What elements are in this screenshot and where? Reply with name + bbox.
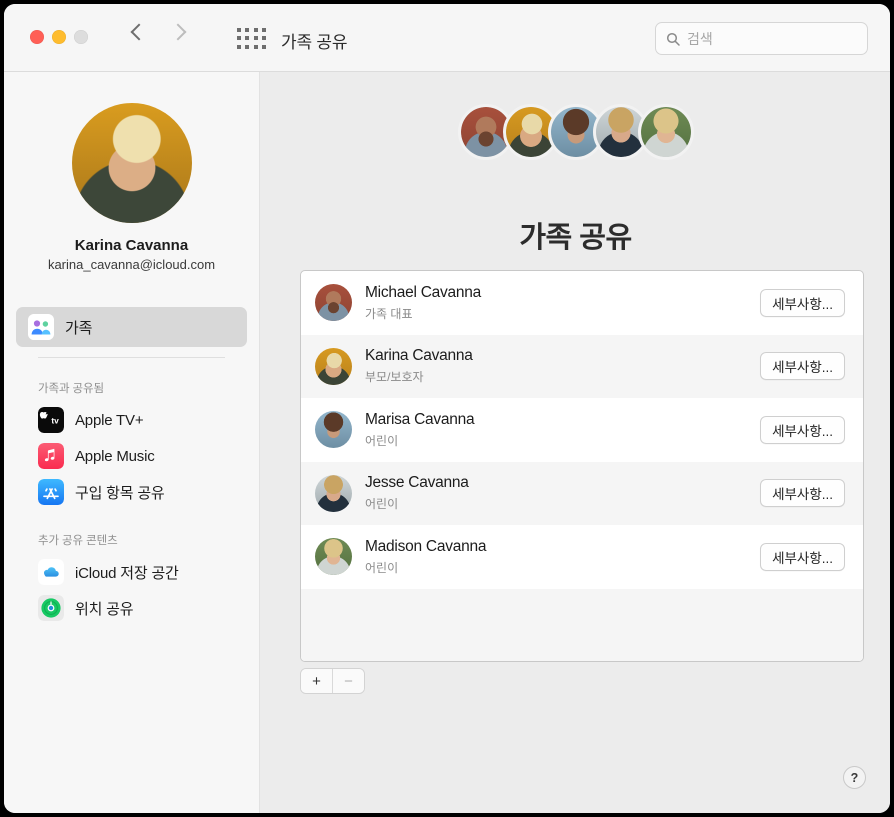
window-controls [30, 30, 88, 44]
details-button[interactable]: 세부사항... [760, 288, 845, 317]
navigation-buttons [131, 22, 185, 44]
sidebar-item-label: Apple TV+ [75, 411, 144, 429]
zoom-button [74, 30, 88, 44]
close-button[interactable] [30, 30, 44, 44]
avatar [315, 284, 352, 322]
avatar [315, 347, 352, 385]
avatar [71, 103, 192, 223]
details-button[interactable]: 세부사항... [760, 542, 845, 571]
details-button[interactable]: 세부사항... [760, 415, 845, 444]
details-button[interactable]: 세부사항... [760, 352, 845, 381]
preferences-window: 가족 공유 검색 Karina Cavanna karina_cavanna@i… [4, 4, 890, 813]
member-name: Marisa Cavanna [365, 410, 475, 428]
avatar [315, 474, 352, 512]
account-name: Karina Cavanna [74, 237, 189, 254]
member-name: Michael Cavanna [365, 283, 482, 301]
forward-chevron-icon [171, 22, 185, 44]
page-title: 가족 공유 [519, 222, 632, 254]
search-placeholder: 검색 [687, 30, 713, 47]
sidebar-item-location-sharing[interactable]: 위치 공유 [16, 590, 247, 626]
avatar-madison [637, 104, 694, 160]
avatar [315, 411, 352, 449]
sidebar-item-icloud-storage[interactable]: iCloud 저장 공간 [16, 554, 247, 590]
sidebar-item-purchase-sharing[interactable]: 구입 항목 공유 [16, 474, 247, 510]
sidebar-list: 가족 가족과 공유됨 tv Apple TV+ Apple Music 구입 항… [4, 307, 259, 626]
sidebar-divider [38, 357, 225, 358]
sidebar-item-label: Apple Music [75, 447, 155, 465]
search-field[interactable]: 검색 [655, 22, 868, 55]
table-row[interactable]: Madison Cavanna 어린이 세부사항... [301, 525, 863, 589]
icloud-icon [38, 559, 64, 585]
member-name: Karina Cavanna [365, 347, 473, 365]
table-row[interactable]: Marisa Cavanna 어린이 세부사항... [301, 398, 863, 462]
content-area: 가족 공유 Michael Cavanna 가족 대표 세부사항... Kari… [261, 72, 890, 813]
details-button[interactable]: 세부사항... [760, 479, 845, 508]
member-role: 어린이 [365, 560, 399, 575]
table-row[interactable]: Michael Cavanna 가족 대표 세부사항... [301, 271, 863, 335]
sidebar: Karina Cavanna karina_cavanna@icloud.com… [4, 72, 260, 813]
sidebar-group-title-shared: 가족과 공유됨 [38, 383, 104, 395]
remove-member-button: − [332, 669, 364, 693]
avatar [315, 538, 352, 576]
member-role: 가족 대표 [365, 306, 413, 321]
sidebar-item-label: 구입 항목 공유 [75, 484, 165, 502]
app-store-icon [38, 479, 64, 505]
apple-tv-icon: tv [38, 407, 64, 433]
back-chevron-icon[interactable] [131, 22, 145, 44]
titlebar: 가족 공유 검색 [4, 4, 890, 72]
account-email: karina_cavanna@icloud.com [47, 257, 216, 272]
svg-text:tv: tv [51, 415, 59, 425]
minimize-button[interactable] [52, 30, 66, 44]
add-remove-member-control: + − [300, 668, 365, 694]
member-name: Madison Cavanna [365, 537, 487, 555]
sidebar-group-title-extra: 추가 공유 콘텐츠 [38, 535, 118, 547]
family-members-list: Michael Cavanna 가족 대표 세부사항... Karina Cav… [300, 270, 864, 662]
search-icon [666, 32, 680, 46]
help-button[interactable]: ? [843, 766, 866, 789]
table-row[interactable]: Jesse Cavanna 어린이 세부사항... [301, 461, 863, 525]
member-name: Jesse Cavanna [365, 474, 469, 492]
sidebar-item-label: 위치 공유 [75, 600, 134, 618]
add-member-button[interactable]: + [301, 669, 332, 693]
find-my-icon [38, 595, 64, 621]
table-row[interactable]: Karina Cavanna 부모/보호자 세부사항... [301, 334, 863, 398]
sidebar-item-family[interactable]: 가족 [16, 307, 247, 347]
sidebar-item-label: 가족 [65, 319, 93, 337]
sidebar-item-label: iCloud 저장 공간 [75, 564, 179, 582]
member-role: 어린이 [365, 433, 399, 448]
member-role: 어린이 [365, 497, 399, 512]
window-title: 가족 공유 [281, 33, 348, 52]
list-empty-space [301, 588, 863, 661]
apple-music-icon [38, 443, 64, 469]
member-role: 부모/보호자 [365, 370, 424, 385]
sidebar-item-apple-tv[interactable]: tv Apple TV+ [16, 402, 247, 438]
show-all-grid-icon[interactable] [237, 28, 267, 50]
family-icon [28, 314, 54, 340]
sidebar-item-apple-music[interactable]: Apple Music [16, 438, 247, 474]
account-profile[interactable]: Karina Cavanna karina_cavanna@icloud.com [4, 72, 259, 272]
family-avatar-stack [457, 104, 694, 160]
